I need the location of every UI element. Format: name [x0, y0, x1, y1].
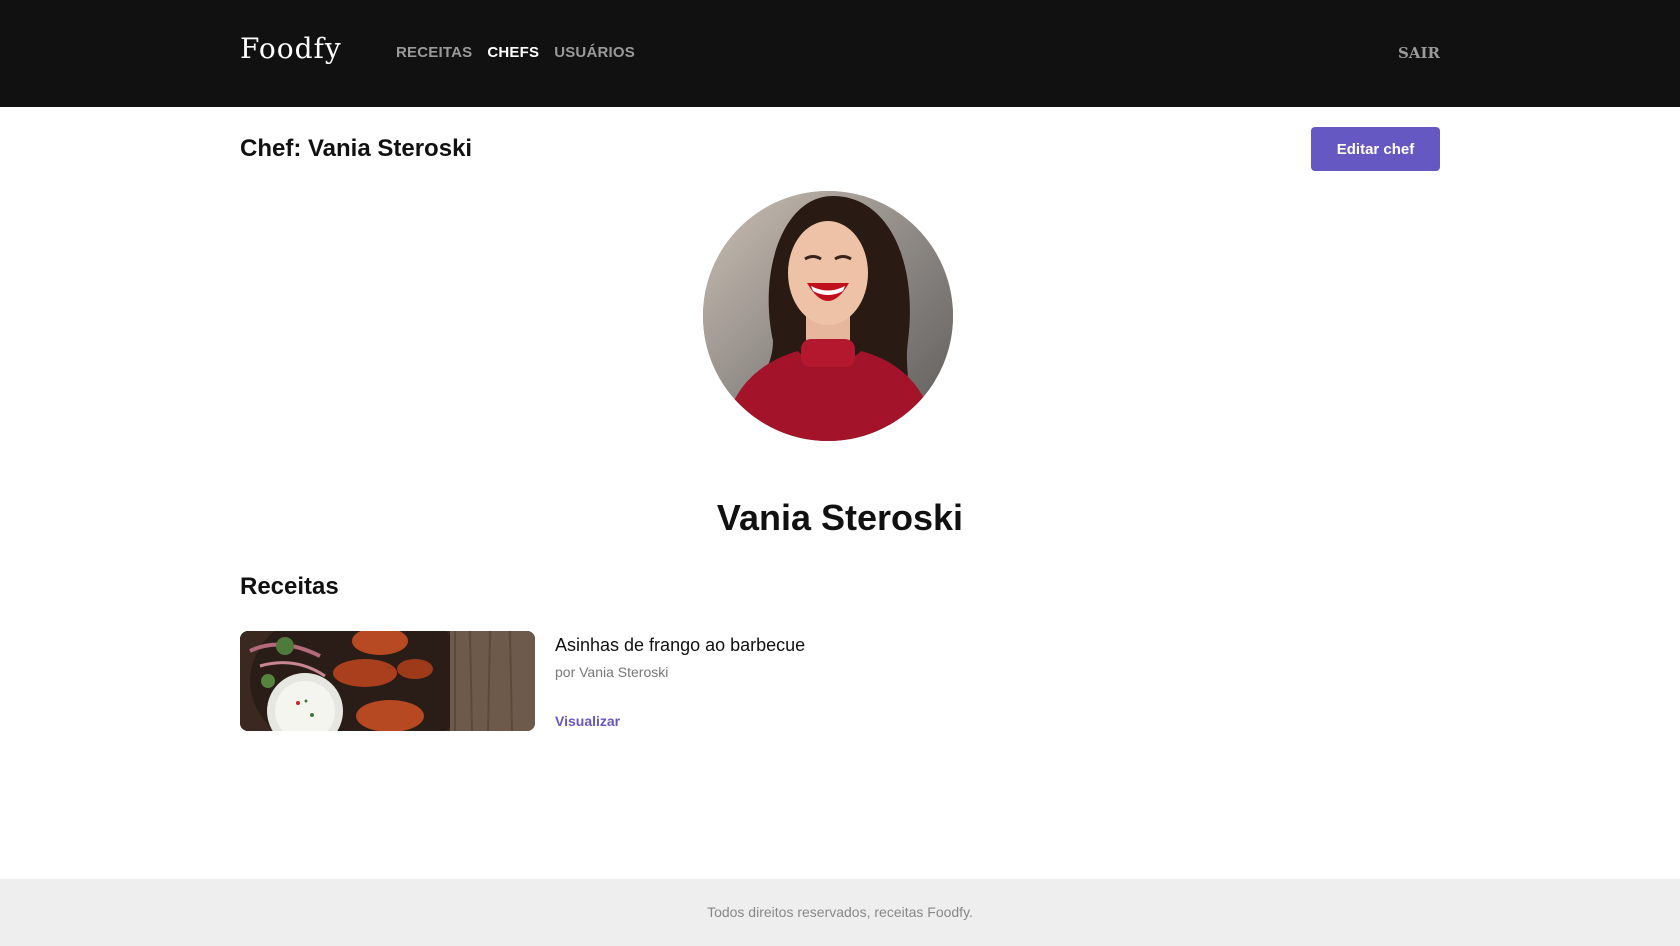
- nav-item-chefs[interactable]: CHEFS: [487, 44, 539, 61]
- chef-avatar-image: [703, 191, 953, 441]
- chef-name: Vania Steroski: [716, 497, 964, 538]
- top-navbar: Foodfy RECEITAS CHEFS USUÁRIOS SAIR: [0, 0, 1680, 107]
- view-recipe-link[interactable]: Visualizar: [555, 713, 620, 729]
- logout-link[interactable]: SAIR: [1398, 44, 1440, 62]
- recipe-title: Asinhas de frango ao barbecue: [555, 635, 806, 655]
- page-title: Chef: Vania Steroski: [240, 135, 473, 162]
- recipe-author: por Vania Steroski: [555, 664, 669, 680]
- edit-chef-button[interactable]: Editar chef: [1311, 127, 1440, 171]
- main-nav: RECEITAS CHEFS USUÁRIOS: [396, 44, 635, 61]
- footer-text: Todos direitos reservados, receitas Food…: [707, 904, 973, 920]
- page: Foodfy RECEITAS CHEFS USUÁRIOS SAIR Chef…: [0, 0, 1680, 946]
- chef-avatar: [703, 191, 953, 441]
- nav-item-receitas[interactable]: RECEITAS: [396, 44, 472, 61]
- recipe-card: Asinhas de frango ao barbecue por Vania …: [240, 631, 860, 731]
- recipe-thumbnail[interactable]: [240, 631, 535, 731]
- recipes-section-title: Receitas: [240, 573, 339, 600]
- nav-item-usuarios[interactable]: USUÁRIOS: [554, 44, 635, 61]
- logo[interactable]: Foodfy: [240, 32, 342, 65]
- footer: Todos direitos reservados, receitas Food…: [0, 879, 1680, 946]
- recipe-thumbnail-image: [240, 631, 535, 731]
